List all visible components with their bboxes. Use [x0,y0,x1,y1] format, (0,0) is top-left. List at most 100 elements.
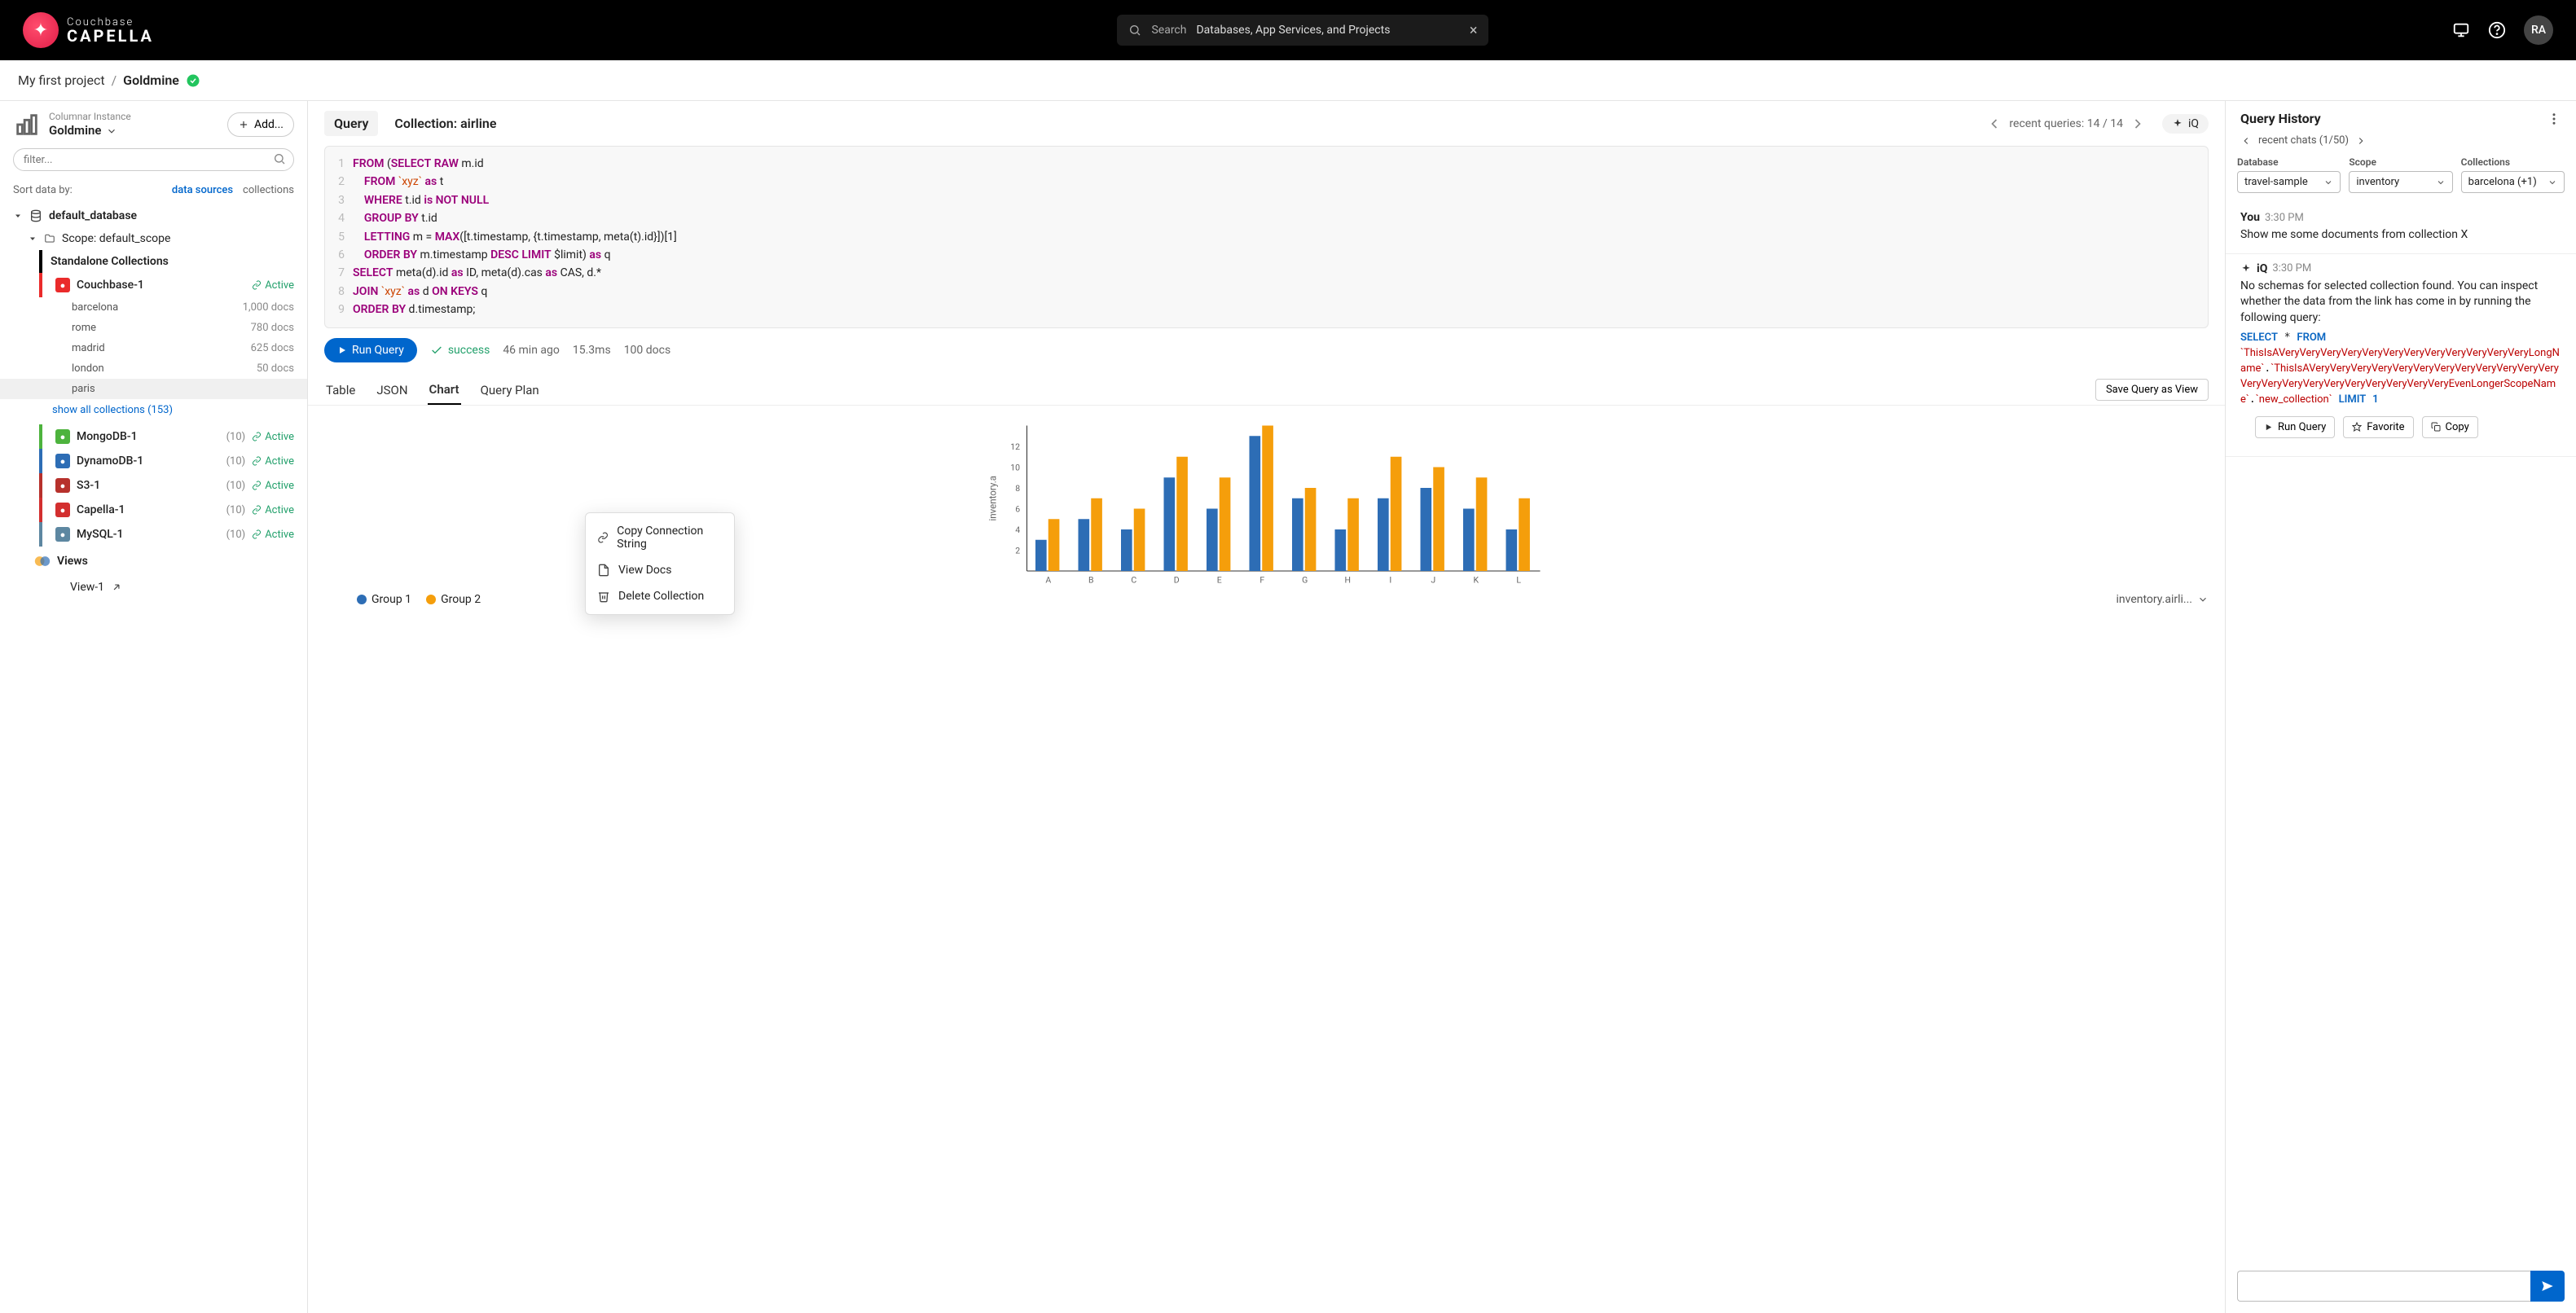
tree-database[interactable]: default_database [0,204,307,227]
show-all-link[interactable]: show all collections (153) [0,399,307,424]
chevron-left-icon[interactable] [1986,116,2002,132]
chevron-down-icon [106,125,117,137]
query-ago: 46 min ago [503,344,560,357]
code-block: SELECT * FROM `ThisIsAVeryVeryVeryVeryVe… [2240,331,2561,407]
clear-search-icon[interactable]: × [1470,22,1478,39]
tree-scope[interactable]: Scope: default_scope [0,227,307,250]
breadcrumb-db[interactable]: Goldmine [123,72,179,88]
tree-standalone[interactable]: Standalone Collections [39,250,307,273]
chart-collection-select[interactable]: inventory.airli... [2116,593,2209,606]
tab-query[interactable]: Query [324,111,378,136]
status-ok-icon [186,73,200,88]
svg-text:C: C [1131,574,1136,585]
collection-item[interactable]: paris [0,379,307,399]
save-query-button[interactable]: Save Query as View [2095,379,2209,401]
tree-connection[interactable]: ● Capella-1 (10) Active [0,498,307,522]
logo[interactable]: ✦ Couchbase CAPELLA [23,12,154,48]
chevron-down-icon [2323,178,2333,187]
recent-queries: recent queries: 14 / 14 [1986,116,2146,132]
query-panel: Query Collection: airline recent queries… [308,101,2226,1313]
collection-item[interactable]: barcelona1,000 docs [0,297,307,318]
tree-views[interactable]: Views [0,547,307,576]
tab-chart[interactable]: Chart [428,375,461,405]
ctx-delete-collection[interactable]: Delete Collection [586,583,734,609]
svg-text:2: 2 [1015,545,1020,556]
tree-connection[interactable]: ● Couchbase-1 Active [0,273,307,297]
tree-connection[interactable]: ● MySQL-1 (10) Active [0,522,307,547]
tree-connection[interactable]: ● MongoDB-1 (10) Active [0,424,307,449]
database-icon [29,209,42,222]
legend-group-2: Group 2 [426,593,481,606]
svg-text:A: A [1045,574,1051,585]
tree-connection[interactable]: ● S3-1 (10) Active [0,473,307,498]
sort-data-sources[interactable]: data sources [172,184,233,196]
link-icon [252,529,262,539]
breadcrumb: My first project / Goldmine [0,60,2576,101]
search-input[interactable]: Search × [1117,15,1488,46]
collection-item[interactable]: rome780 docs [0,318,307,338]
chevron-down-icon [28,234,37,244]
chevron-left-icon[interactable] [2240,135,2252,147]
tab-query-plan[interactable]: Query Plan [479,376,541,404]
tree-connection[interactable]: ● DynamoDB-1 (10) Active [0,449,307,473]
connection-icon: ● [55,503,70,517]
chat-input[interactable] [2237,1271,2530,1302]
favorite-button[interactable]: Favorite [2343,416,2413,438]
tab-table[interactable]: Table [324,376,357,404]
display-icon[interactable] [2452,21,2470,39]
share-icon [111,582,122,593]
chat-message-user: You3:30 PM Show me some documents from c… [2226,203,2576,254]
star-icon [2352,422,2362,432]
search-field[interactable] [1196,24,1459,37]
chevron-down-icon [13,211,23,221]
query-ms: 15.3ms [573,344,611,357]
send-icon [2540,1279,2555,1293]
help-icon[interactable] [2488,21,2506,39]
instance-select[interactable]: Goldmine [49,123,219,138]
ctx-copy-connection[interactable]: Copy Connection String [586,518,734,557]
copy-button[interactable]: Copy [2422,416,2478,438]
connection-icon: ● [55,429,70,444]
link-icon [597,531,609,544]
collection-item[interactable]: madrid625 docs [0,338,307,358]
query-editor[interactable]: 1FROM (SELECT RAW m.id2 FROM `xyz` as t3… [324,146,2209,328]
svg-text:8: 8 [1015,483,1020,494]
sort-collections[interactable]: collections [243,184,294,196]
chevron-right-icon[interactable] [2355,135,2367,147]
run-query-button[interactable]: Run Query [2255,416,2335,438]
copy-icon [2431,422,2441,432]
sidebar: Columnar Instance Goldmine Add... Sort d… [0,101,308,1313]
instance-type-label: Columnar Instance [49,111,219,123]
svg-text:J: J [1431,574,1435,585]
dots-icon[interactable] [2547,112,2561,126]
search-label: Search [1151,24,1186,37]
svg-text:4: 4 [1015,525,1020,535]
add-button[interactable]: Add... [227,112,294,137]
breadcrumb-project[interactable]: My first project [18,72,105,88]
select-scope[interactable]: inventory [2349,171,2452,193]
ctx-view-docs[interactable]: View Docs [586,557,734,583]
folder-icon [44,233,55,244]
avatar[interactable]: RA [2524,15,2553,45]
tree-view-item[interactable]: View-1 [0,576,307,599]
status-success: success [430,344,490,357]
svg-text:inventory.a: inventory.a [987,475,999,520]
iq-toggle[interactable]: iQ [2162,114,2209,134]
chevron-down-icon [2436,178,2446,187]
chevron-right-icon[interactable] [2130,116,2146,132]
query-history-panel: Query History recent chats (1/50) Databa… [2226,101,2576,1313]
svg-text:F: F [1259,574,1264,585]
check-icon [430,344,443,357]
send-button[interactable] [2530,1271,2565,1302]
recent-chats: recent chats (1/50) [2226,134,2576,156]
select-database[interactable]: travel-sample [2237,171,2341,193]
filter-input[interactable] [13,148,294,171]
chevron-down-icon [2547,178,2557,187]
query-docs: 100 docs [624,344,671,357]
svg-text:12: 12 [1010,441,1020,452]
select-collections[interactable]: barcelona (+1) [2461,171,2565,193]
run-query-button[interactable]: Run Query [324,338,417,362]
tab-json[interactable]: JSON [375,376,409,404]
link-icon [252,432,262,441]
collection-item[interactable]: london50 docs [0,358,307,379]
